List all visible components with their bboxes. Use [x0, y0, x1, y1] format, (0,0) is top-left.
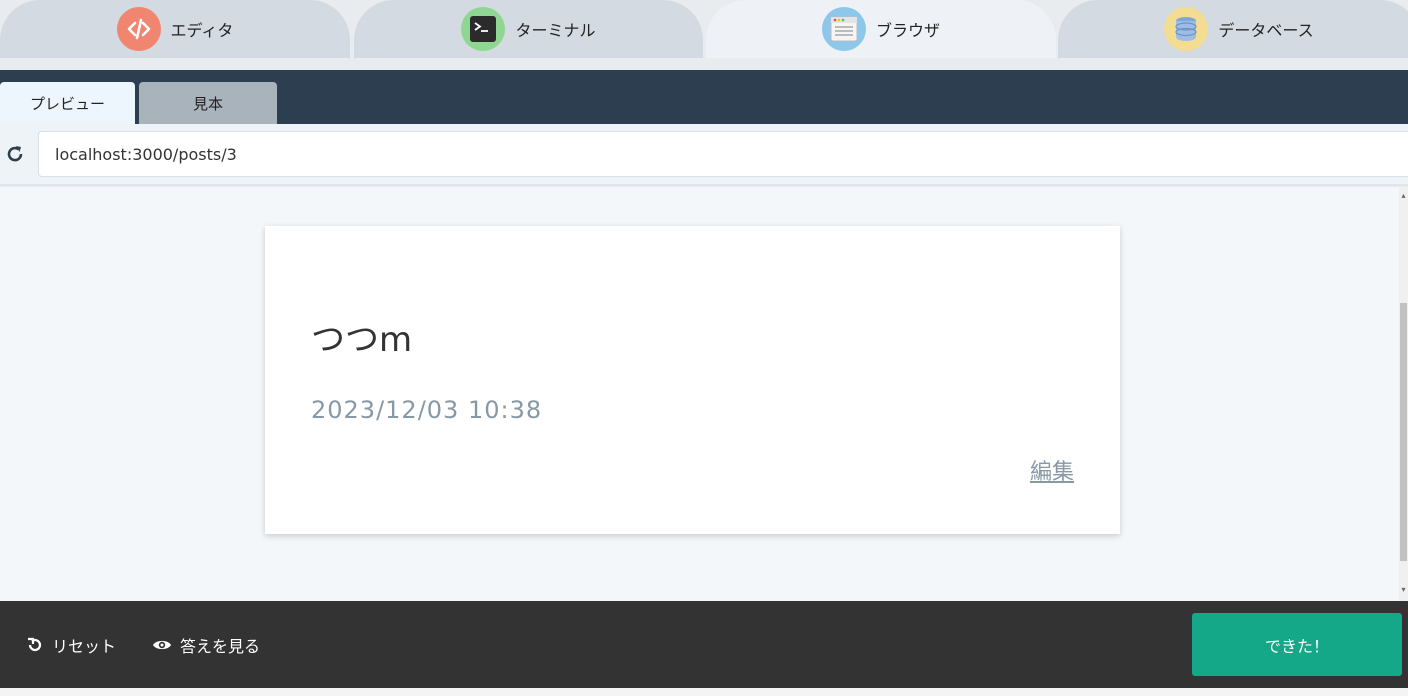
post-card: つつm 2023/12/03 10:38 編集 [265, 226, 1120, 534]
tab-editor-label: エディタ [170, 21, 234, 40]
tool-tabs: エディタ ターミナル ブラウザ データベース [0, 0, 1408, 60]
page-bottom-edge [0, 688, 1408, 696]
browser-window-icon [821, 7, 866, 51]
tab-database-label: データベース [1218, 21, 1314, 40]
bottom-action-bar: リセット 答えを見る できた！ [0, 601, 1408, 688]
post-timestamp: 2023/12/03 10:38 [311, 396, 543, 424]
reset-label: リセット [52, 637, 117, 656]
tab-terminal[interactable]: ターミナル [354, 0, 703, 58]
viewport-scrollbar[interactable]: ▴ ▾ [1399, 187, 1408, 601]
scroll-down-arrow-icon[interactable]: ▾ [1400, 585, 1407, 595]
tab-terminal-label: ターミナル [515, 21, 596, 40]
browser-viewport: つつm 2023/12/03 10:38 編集 [0, 187, 1400, 601]
tab-sample[interactable]: 見本 [139, 82, 277, 124]
reset-icon [28, 637, 42, 652]
post-content: つつm [311, 320, 413, 360]
tab-editor[interactable]: エディタ [0, 0, 350, 58]
scroll-up-arrow-icon[interactable]: ▴ [1400, 191, 1407, 201]
tab-preview[interactable]: プレビュー [0, 82, 135, 124]
edit-link[interactable]: 編集 [1030, 454, 1074, 486]
view-tab-bar: プレビュー 見本 [0, 70, 1408, 124]
code-icon [116, 7, 161, 51]
tab-browser-label: ブラウザ [875, 21, 940, 40]
tab-browser[interactable]: ブラウザ [706, 0, 1056, 58]
reload-icon [7, 146, 23, 162]
eye-icon [153, 640, 171, 650]
app-root: エディタ ターミナル ブラウザ データベース プレビュー 見本 localhos… [0, 0, 1408, 696]
reset-button[interactable]: リセット [26, 633, 116, 657]
scrollbar-thumb[interactable] [1400, 303, 1407, 561]
url-input[interactable] [38, 131, 1408, 177]
address-bar [0, 124, 1408, 186]
show-answer-label: 答えを見る [180, 637, 261, 656]
show-answer-button[interactable]: 答えを見る [152, 633, 260, 657]
tab-database[interactable]: データベース [1058, 0, 1408, 58]
reload-button[interactable] [2, 140, 28, 168]
done-button[interactable]: できた！ [1192, 613, 1402, 676]
